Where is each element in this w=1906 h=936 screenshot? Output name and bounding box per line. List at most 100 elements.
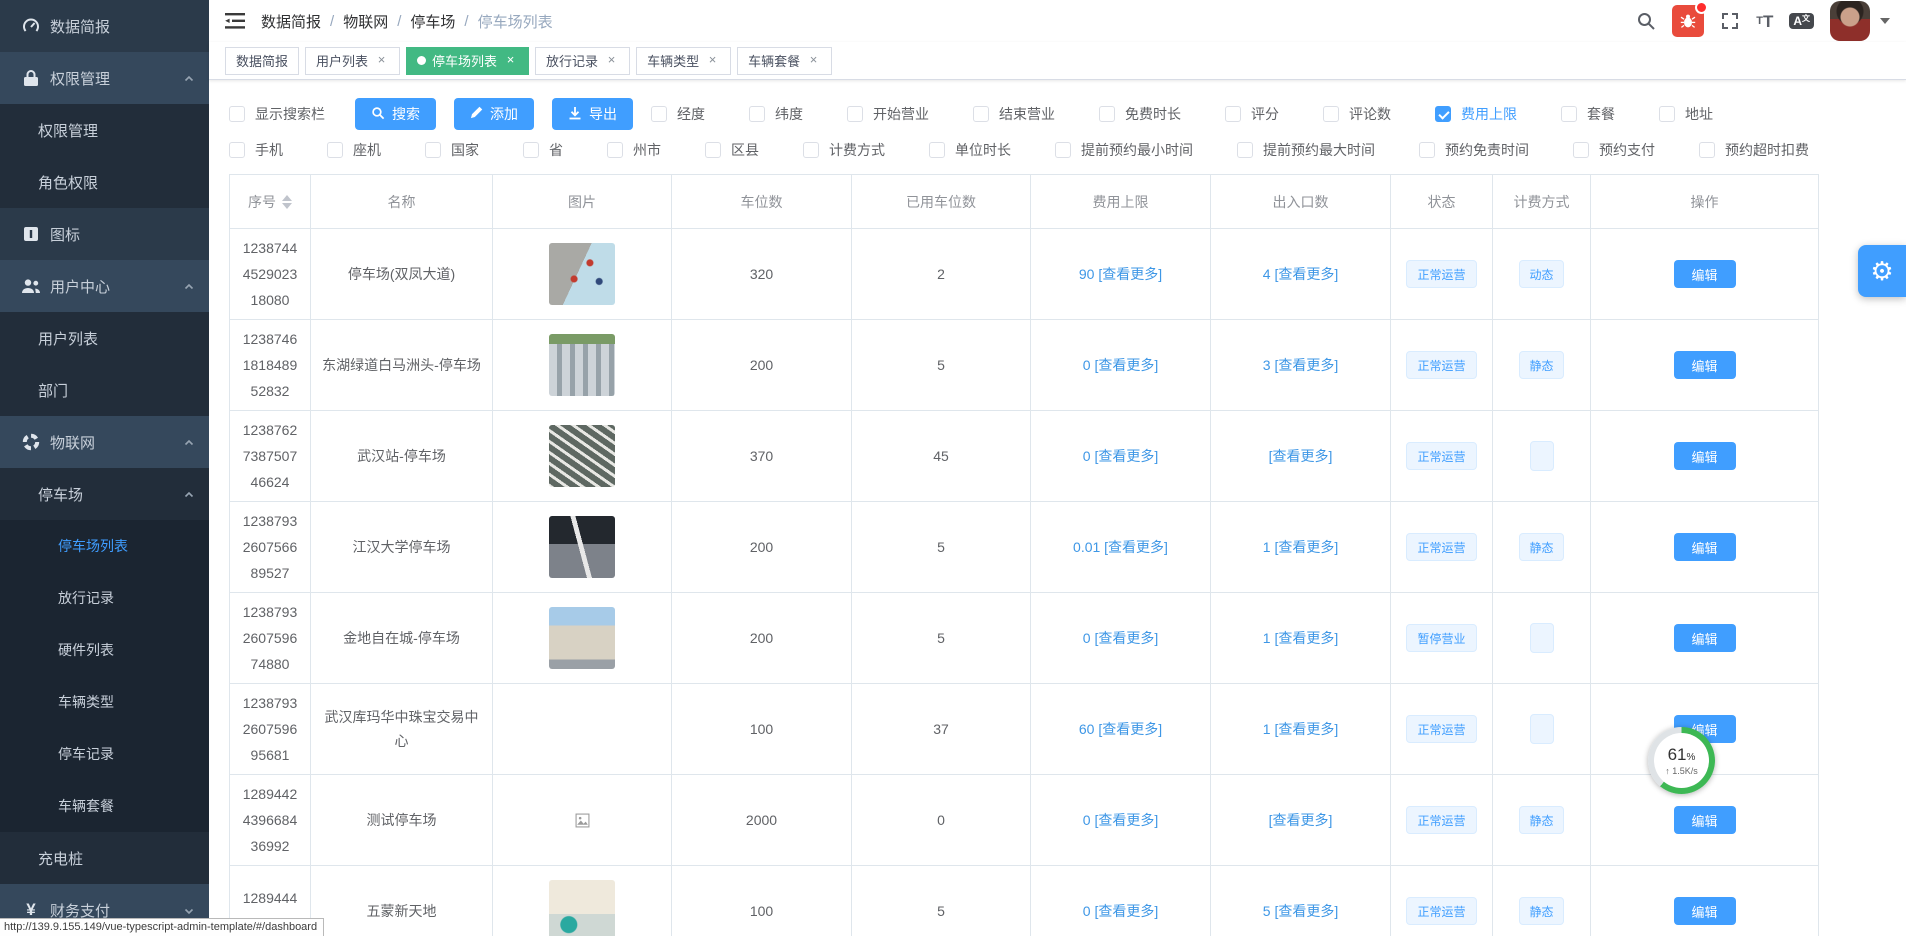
checkbox-box[interactable]	[1099, 106, 1115, 122]
sort-asc-icon[interactable]	[282, 195, 292, 201]
checkbox-box[interactable]	[929, 142, 945, 158]
sidebar-item[interactable]: 硬件列表	[0, 624, 209, 676]
sidebar-item[interactable]: 停车场	[0, 468, 209, 520]
settings-fab[interactable]: ⚙	[1858, 245, 1906, 297]
sidebar-item[interactable]: 停车记录	[0, 728, 209, 780]
parking-photo[interactable]	[549, 607, 615, 669]
sidebar-item[interactable]: 车辆类型	[0, 676, 209, 728]
add-button[interactable]: 添加	[454, 98, 534, 130]
avatar-caret-icon[interactable]	[1880, 18, 1890, 24]
breadcrumb-item[interactable]: 停车场	[410, 11, 455, 32]
filter-checkbox[interactable]: 预约超时扣费	[1699, 140, 1809, 160]
gates-link[interactable]: 1 [查看更多]	[1263, 536, 1338, 558]
filter-checkbox[interactable]: 经度	[651, 104, 705, 124]
checkbox-box[interactable]	[973, 106, 989, 122]
sidebar-item[interactable]: 权限管理	[0, 104, 209, 156]
checkbox-box[interactable]	[705, 142, 721, 158]
checkbox-box[interactable]	[607, 142, 623, 158]
sidebar-item[interactable]: 权限管理	[0, 52, 209, 104]
sidebar-item[interactable]: 角色权限	[0, 156, 209, 208]
close-icon[interactable]: ×	[806, 53, 821, 68]
checkbox-box[interactable]	[229, 106, 245, 122]
filter-checkbox[interactable]: 纬度	[749, 104, 803, 124]
search-button[interactable]: 搜索	[355, 98, 436, 130]
view-tag[interactable]: 数据简报	[225, 47, 299, 75]
parking-photo[interactable]	[549, 425, 615, 487]
fee-limit-link[interactable]: 90 [查看更多]	[1079, 263, 1162, 285]
fee-limit-link[interactable]: 0.01 [查看更多]	[1073, 536, 1168, 558]
sidebar-item[interactable]: 停车场列表	[0, 520, 209, 572]
filter-checkbox[interactable]: 套餐	[1561, 104, 1615, 124]
close-icon[interactable]: ×	[705, 53, 720, 68]
filter-checkbox[interactable]: 评论数	[1323, 104, 1391, 124]
checkbox-box[interactable]	[1055, 142, 1071, 158]
filter-checkbox[interactable]: 显示搜索栏	[229, 104, 325, 124]
view-tag[interactable]: 车辆套餐×	[737, 47, 832, 75]
breadcrumb-item[interactable]: 数据简报	[261, 11, 321, 32]
checkbox-box[interactable]	[1573, 142, 1589, 158]
filter-checkbox[interactable]: 开始营业	[847, 104, 929, 124]
filter-checkbox[interactable]: 省	[523, 140, 563, 160]
filter-checkbox[interactable]: 州市	[607, 140, 661, 160]
checkbox-box[interactable]	[749, 106, 765, 122]
filter-checkbox[interactable]: 评分	[1225, 104, 1279, 124]
filter-checkbox[interactable]: 结束营业	[973, 104, 1055, 124]
edit-button[interactable]: 编辑	[1674, 442, 1736, 470]
filter-checkbox[interactable]: 提前预约最小时间	[1055, 140, 1193, 160]
checkbox-box[interactable]	[651, 106, 667, 122]
parking-photo[interactable]	[549, 334, 615, 396]
sidebar-item[interactable]: 用户中心	[0, 260, 209, 312]
filter-checkbox[interactable]: 单位时长	[929, 140, 1011, 160]
filter-checkbox[interactable]: 区县	[705, 140, 759, 160]
view-tag[interactable]: 车辆类型×	[636, 47, 731, 75]
checkbox-box[interactable]	[425, 142, 441, 158]
edit-button[interactable]: 编辑	[1674, 351, 1736, 379]
parking-photo[interactable]	[549, 880, 615, 936]
font-size-icon[interactable]: TT	[1756, 13, 1773, 30]
fee-limit-link[interactable]: 0 [查看更多]	[1083, 354, 1158, 376]
gates-link[interactable]: [查看更多]	[1269, 809, 1333, 831]
filter-checkbox[interactable]: 地址	[1659, 104, 1713, 124]
checkbox-box[interactable]	[1435, 106, 1451, 122]
fee-limit-link[interactable]: 0 [查看更多]	[1083, 900, 1158, 922]
sort-desc-icon[interactable]	[282, 203, 292, 209]
gates-link[interactable]: 1 [查看更多]	[1263, 627, 1338, 649]
export-button[interactable]: 导出	[552, 98, 633, 130]
checkbox-box[interactable]	[1659, 106, 1675, 122]
sidebar-item[interactable]: 充电桩	[0, 832, 209, 884]
filter-checkbox[interactable]: 预约免责时间	[1419, 140, 1529, 160]
fee-limit-link[interactable]: 0 [查看更多]	[1083, 809, 1158, 831]
checkbox-box[interactable]	[523, 142, 539, 158]
sidebar-item[interactable]: 部门	[0, 364, 209, 416]
view-tag[interactable]: 停车场列表×	[406, 47, 529, 75]
filter-checkbox[interactable]: 免费时长	[1099, 104, 1181, 124]
edit-button[interactable]: 编辑	[1674, 624, 1736, 652]
checkbox-box[interactable]	[1225, 106, 1241, 122]
fullscreen-icon[interactable]	[1720, 11, 1740, 31]
close-icon[interactable]: ×	[374, 53, 389, 68]
gates-link[interactable]: 4 [查看更多]	[1263, 263, 1338, 285]
filter-checkbox[interactable]: 费用上限	[1435, 104, 1517, 124]
checkbox-box[interactable]	[1323, 106, 1339, 122]
edit-button[interactable]: 编辑	[1674, 533, 1736, 561]
checkbox-box[interactable]	[1561, 106, 1577, 122]
close-icon[interactable]: ×	[604, 53, 619, 68]
close-icon[interactable]: ×	[503, 53, 518, 68]
sidebar-item[interactable]: 放行记录	[0, 572, 209, 624]
checkbox-box[interactable]	[327, 142, 343, 158]
checkbox-box[interactable]	[1237, 142, 1253, 158]
avatar[interactable]	[1830, 1, 1870, 41]
parking-photo[interactable]	[549, 516, 615, 578]
error-log-button[interactable]	[1672, 5, 1704, 37]
gates-link[interactable]: 5 [查看更多]	[1263, 900, 1338, 922]
gates-link[interactable]: [查看更多]	[1269, 445, 1333, 467]
fee-limit-link[interactable]: 60 [查看更多]	[1079, 718, 1162, 740]
filter-checkbox[interactable]: 计费方式	[803, 140, 885, 160]
filter-checkbox[interactable]: 预约支付	[1573, 140, 1655, 160]
view-tag[interactable]: 用户列表×	[305, 47, 400, 75]
sidebar-item[interactable]: 物联网	[0, 416, 209, 468]
gates-link[interactable]: 1 [查看更多]	[1263, 718, 1338, 740]
capture-progress-indicator[interactable]: 61% ↑ 1.5K/s	[1648, 727, 1715, 794]
edit-button[interactable]: 编辑	[1674, 806, 1736, 834]
filter-checkbox[interactable]: 国家	[425, 140, 479, 160]
